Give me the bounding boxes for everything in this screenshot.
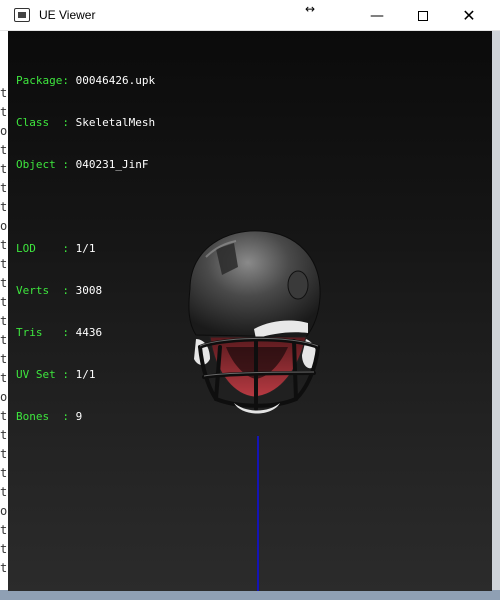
info-label: Tris: [16, 326, 63, 339]
axis-line: [257, 436, 259, 591]
info-row-uvset: UV Set : 1/1: [16, 368, 155, 382]
info-label: Package: [16, 74, 63, 87]
info-separator: :: [62, 116, 76, 129]
info-spacer: [16, 200, 155, 214]
window-title: UE Viewer: [39, 8, 96, 22]
info-separator: :: [62, 410, 76, 423]
info-label: UV Set: [16, 368, 63, 381]
info-label: Verts: [16, 284, 63, 297]
minimize-button[interactable]: —: [354, 0, 400, 31]
info-separator: :: [62, 284, 76, 297]
info-value: 9: [75, 410, 83, 423]
info-value: 040231_JinF: [75, 158, 149, 171]
info-row-tris: Tris : 4436: [16, 326, 155, 340]
ue-viewer-window: UE Viewer ↔ — ✕ Package: 00046426.upk Cl…: [0, 0, 500, 600]
maximize-button[interactable]: [400, 0, 446, 31]
info-value: 00046426.upk: [75, 74, 156, 87]
info-row-verts: Verts : 3008: [16, 284, 155, 298]
info-row-lod: LOD : 1/1: [16, 242, 155, 256]
info-value: 3008: [75, 284, 103, 297]
resize-cursor-icon: ↔: [305, 2, 316, 16]
info-value: 1/1: [75, 242, 96, 255]
info-row-object: Object : 040231_JinF: [16, 158, 155, 172]
info-row-package: Package: 00046426.upk: [16, 74, 155, 88]
info-value: 4436: [75, 326, 103, 339]
info-label: LOD: [16, 242, 63, 255]
helmet-icon[interactable]: [176, 227, 328, 419]
info-separator: :: [62, 368, 76, 381]
app-icon[interactable]: [14, 8, 30, 22]
close-button[interactable]: ✕: [446, 0, 492, 31]
info-separator: :: [62, 158, 76, 171]
mesh-info-overlay: Package: 00046426.upk Class : SkeletalMe…: [16, 46, 155, 452]
info-separator: :: [62, 242, 76, 255]
info-separator: :: [62, 74, 76, 87]
info-separator: :: [62, 326, 76, 339]
info-value: SkeletalMesh: [75, 116, 156, 129]
3d-viewport[interactable]: Package: 00046426.upk Class : SkeletalMe…: [8, 31, 492, 591]
info-row-class: Class : SkeletalMesh: [16, 116, 155, 130]
info-value: 1/1: [75, 368, 96, 381]
info-label: Bones: [16, 410, 63, 423]
title-bar[interactable]: UE Viewer ↔ — ✕: [0, 0, 500, 31]
info-label: Object: [16, 158, 63, 171]
info-label: Class: [16, 116, 63, 129]
info-row-bones: Bones : 9: [16, 410, 155, 424]
maximize-icon: [418, 10, 428, 21]
